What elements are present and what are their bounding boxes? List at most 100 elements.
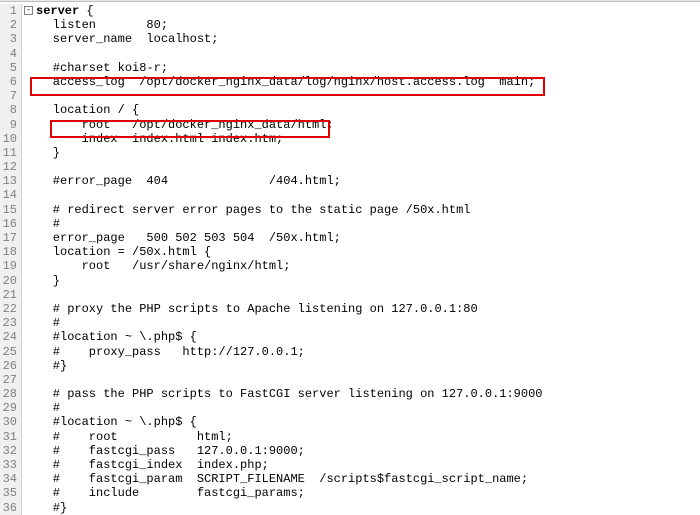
line-number: 26 [0, 359, 22, 373]
code-line[interactable]: 30 #location ~ \.php$ { [0, 415, 700, 429]
line-content[interactable]: # [22, 217, 60, 231]
code-line[interactable]: 11 } [0, 146, 700, 160]
code-line[interactable]: 27 [0, 373, 700, 387]
line-content[interactable]: # include fastcgi_params; [22, 486, 305, 500]
line-content[interactable] [22, 47, 24, 61]
code-line[interactable]: 23 # [0, 316, 700, 330]
code-line[interactable]: 13 #error_page 404 /404.html; [0, 174, 700, 188]
code-line[interactable]: 26 #} [0, 359, 700, 373]
line-number: 27 [0, 373, 22, 387]
line-content[interactable]: access_log /opt/docker_nginx_data/log/ng… [22, 75, 535, 89]
line-number: 30 [0, 415, 22, 429]
code-line[interactable]: 8 location / { [0, 103, 700, 117]
line-number: 33 [0, 458, 22, 472]
line-content[interactable]: #location ~ \.php$ { [22, 330, 197, 344]
line-content[interactable]: } [22, 146, 60, 160]
code-line[interactable]: 15 # redirect server error pages to the … [0, 203, 700, 217]
code-line[interactable]: 16 # [0, 217, 700, 231]
code-line[interactable]: 14 [0, 188, 700, 202]
code-line[interactable]: 29 # [0, 401, 700, 415]
code-line[interactable]: 9 root /opt/docker_nginx_data/html; [0, 118, 700, 132]
code-line[interactable]: 3 server_name localhost; [0, 32, 700, 46]
line-number: 35 [0, 486, 22, 500]
code-line[interactable]: 12 [0, 160, 700, 174]
line-content[interactable]: # fastcgi_index index.php; [22, 458, 269, 472]
line-content[interactable]: # pass the PHP scripts to FastCGI server… [22, 387, 542, 401]
code-editor[interactable]: 1-server {2 listen 80;3 server_name loca… [0, 2, 700, 515]
line-content[interactable]: server_name localhost; [22, 32, 218, 46]
line-content[interactable]: listen 80; [22, 18, 168, 32]
line-content[interactable]: root /usr/share/nginx/html; [22, 259, 290, 273]
line-number: 7 [0, 89, 22, 103]
line-number: 6 [0, 75, 22, 89]
code-line[interactable]: 21 [0, 288, 700, 302]
code-line[interactable]: 28 # pass the PHP scripts to FastCGI ser… [0, 387, 700, 401]
line-content[interactable]: error_page 500 502 503 504 /50x.html; [22, 231, 341, 245]
code-line[interactable]: 5 #charset koi8-r; [0, 61, 700, 75]
line-number: 21 [0, 288, 22, 302]
code-line[interactable]: 2 listen 80; [0, 18, 700, 32]
line-content[interactable]: # [22, 316, 60, 330]
line-number: 31 [0, 430, 22, 444]
line-number: 20 [0, 274, 22, 288]
line-number: 24 [0, 330, 22, 344]
code-line[interactable]: 20 } [0, 274, 700, 288]
line-content[interactable]: root /opt/docker_nginx_data/html; [22, 118, 334, 132]
line-number: 34 [0, 472, 22, 486]
line-content[interactable]: # root html; [22, 430, 233, 444]
code-line[interactable]: 17 error_page 500 502 503 504 /50x.html; [0, 231, 700, 245]
line-content[interactable]: #} [22, 359, 67, 373]
code-line[interactable]: 6 access_log /opt/docker_nginx_data/log/… [0, 75, 700, 89]
code-line[interactable]: 35 # include fastcgi_params; [0, 486, 700, 500]
line-content[interactable]: #error_page 404 /404.html; [22, 174, 341, 188]
line-content[interactable] [22, 89, 24, 103]
line-content[interactable]: location / { [22, 103, 139, 117]
code-line[interactable]: 10 index index.html index.htm; [0, 132, 700, 146]
code-line[interactable]: 24 #location ~ \.php$ { [0, 330, 700, 344]
line-number: 28 [0, 387, 22, 401]
line-content[interactable]: server { [22, 4, 94, 18]
code-line[interactable]: 31 # root html; [0, 430, 700, 444]
code-line[interactable]: 36 #} [0, 501, 700, 515]
code-line[interactable]: 18 location = /50x.html { [0, 245, 700, 259]
line-number: 29 [0, 401, 22, 415]
line-number: 12 [0, 160, 22, 174]
line-number: 32 [0, 444, 22, 458]
line-content[interactable]: # fastcgi_pass 127.0.0.1:9000; [22, 444, 305, 458]
line-number: 11 [0, 146, 22, 160]
line-number: 3 [0, 32, 22, 46]
line-content[interactable] [22, 188, 24, 202]
line-content[interactable] [22, 288, 24, 302]
line-number: 23 [0, 316, 22, 330]
code-line[interactable]: 32 # fastcgi_pass 127.0.0.1:9000; [0, 444, 700, 458]
line-content[interactable]: location = /50x.html { [22, 245, 211, 259]
code-line[interactable]: 34 # fastcgi_param SCRIPT_FILENAME /scri… [0, 472, 700, 486]
line-number: 9 [0, 118, 22, 132]
line-content[interactable]: # [22, 401, 60, 415]
code-line[interactable]: 22 # proxy the PHP scripts to Apache lis… [0, 302, 700, 316]
line-content[interactable]: } [22, 274, 60, 288]
line-content[interactable]: #} [22, 501, 67, 515]
line-content[interactable]: # proxy_pass http://127.0.0.1; [22, 345, 305, 359]
code-line[interactable]: 25 # proxy_pass http://127.0.0.1; [0, 345, 700, 359]
line-content[interactable]: #location ~ \.php$ { [22, 415, 197, 429]
line-content[interactable]: # fastcgi_param SCRIPT_FILENAME /scripts… [22, 472, 528, 486]
code-line[interactable]: 33 # fastcgi_index index.php; [0, 458, 700, 472]
code-line[interactable]: 7 [0, 89, 700, 103]
line-number: 18 [0, 245, 22, 259]
line-number: 19 [0, 259, 22, 273]
line-number: 17 [0, 231, 22, 245]
line-number: 10 [0, 132, 22, 146]
code-line[interactable]: 19 root /usr/share/nginx/html; [0, 259, 700, 273]
line-content[interactable]: #charset koi8-r; [22, 61, 168, 75]
code-line[interactable]: 4 [0, 47, 700, 61]
code-line[interactable]: 1-server { [0, 4, 700, 18]
line-content[interactable]: # redirect server error pages to the sta… [22, 203, 470, 217]
line-content[interactable]: index index.html index.htm; [22, 132, 283, 146]
line-content[interactable] [22, 373, 24, 387]
line-number: 1 [0, 4, 22, 18]
line-number: 16 [0, 217, 22, 231]
line-content[interactable]: # proxy the PHP scripts to Apache listen… [22, 302, 478, 316]
line-content[interactable] [22, 160, 24, 174]
line-number: 5 [0, 61, 22, 75]
